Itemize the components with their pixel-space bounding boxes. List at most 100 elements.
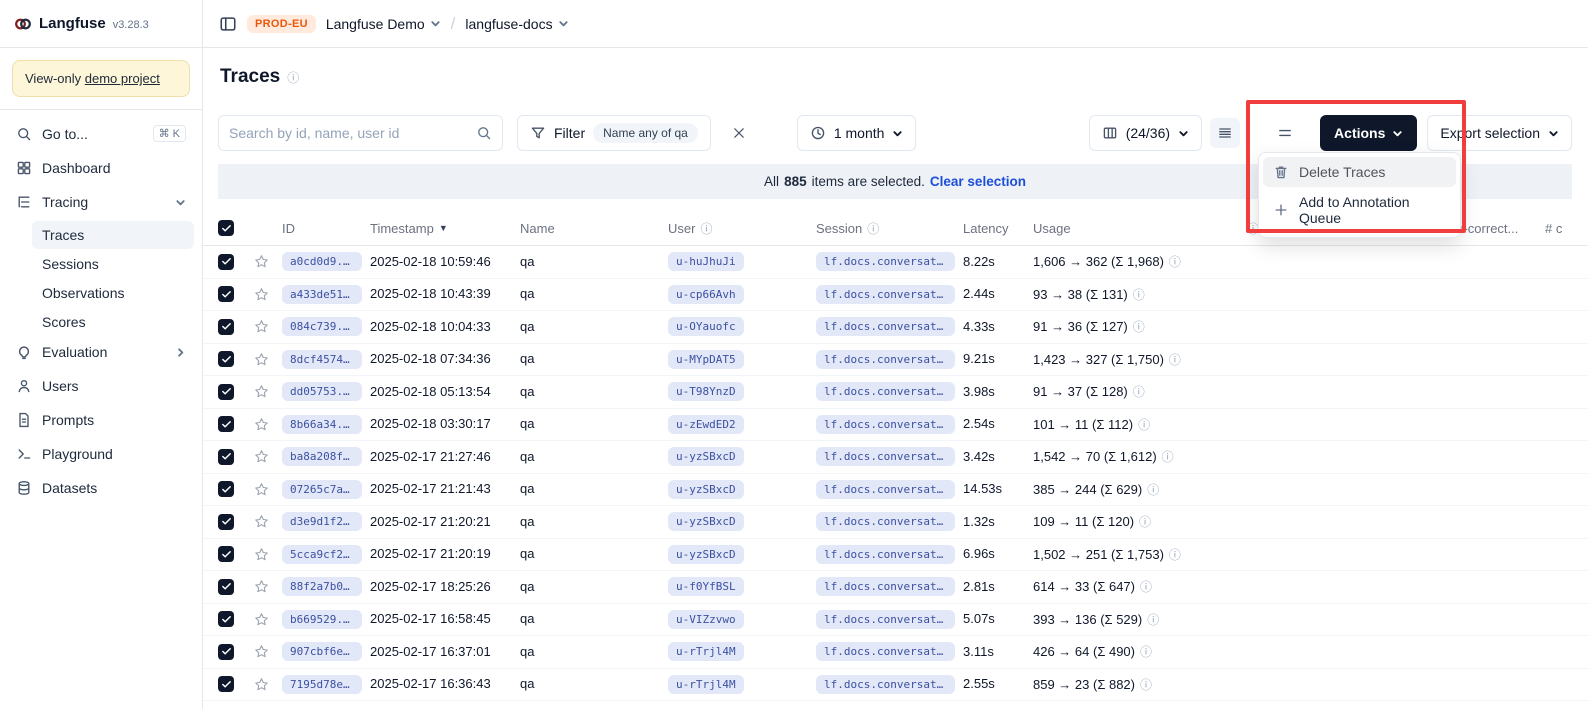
table-row[interactable]: 8dcf4574... 2025-02-18 07:34:36 qa u-MYp… [203, 344, 1588, 377]
user-badge[interactable]: u-MYpDAT5 [668, 350, 744, 369]
row-checkbox[interactable] [218, 676, 234, 692]
header-usage[interactable]: Usage [1033, 221, 1247, 236]
session-badge[interactable]: lf.docs.conversation... [816, 382, 955, 401]
table-row[interactable]: 907cbf6e... 2025-02-17 16:37:01 qa u-rTr… [203, 636, 1588, 669]
star-icon[interactable] [254, 287, 269, 302]
sidebar-item-tracing[interactable]: Tracing [8, 187, 194, 217]
table-row[interactable]: 07265c7a... 2025-02-17 21:21:43 qa u-yzS… [203, 474, 1588, 507]
user-badge[interactable]: u-huJhuJi [668, 252, 744, 271]
table-row[interactable]: 7195d78e... 2025-02-17 16:36:43 qa u-rTr… [203, 669, 1588, 702]
sidebar-toggle-icon[interactable] [219, 15, 237, 33]
trace-id-badge[interactable]: ba8a208f... [282, 447, 362, 466]
star-icon[interactable] [254, 644, 269, 659]
user-badge[interactable]: u-cp66Avh [668, 285, 744, 304]
table-row[interactable]: dd05753... 2025-02-18 05:13:54 qa u-T98Y… [203, 376, 1588, 409]
filter-button[interactable]: Filter Name any of qa [517, 115, 711, 151]
table-row[interactable]: 88f2a7b0... 2025-02-17 18:25:26 qa u-f0Y… [203, 571, 1588, 604]
session-badge[interactable]: lf.docs.conversation... [816, 512, 955, 531]
session-badge[interactable]: lf.docs.conversation... [816, 252, 955, 271]
table-row[interactable]: ba8a208f... 2025-02-17 21:27:46 qa u-yzS… [203, 441, 1588, 474]
sidebar-item-evaluation[interactable]: Evaluation [8, 337, 194, 367]
sidebar-item-users[interactable]: Users [8, 371, 194, 401]
trace-id-badge[interactable]: b669529... [282, 610, 362, 629]
trace-id-badge[interactable]: 8b66a34... [282, 415, 362, 434]
sidebar-item-sessions[interactable]: Sessions [32, 250, 194, 278]
trace-id-badge[interactable]: dd05753... [282, 382, 362, 401]
star-icon[interactable] [254, 417, 269, 432]
header-session[interactable]: Session ⓘ [816, 220, 963, 237]
star-icon[interactable] [254, 579, 269, 594]
row-checkbox[interactable] [218, 514, 234, 530]
table-row[interactable]: 084c739... 2025-02-18 10:04:33 qa u-OYau… [203, 311, 1588, 344]
trace-id-badge[interactable]: 88f2a7b0... [282, 577, 362, 596]
trace-id-badge[interactable]: d3e9d1f2... [282, 512, 362, 531]
session-badge[interactable]: lf.docs.conversation... [816, 350, 955, 369]
sidebar-item-prompts[interactable]: Prompts [8, 405, 194, 435]
time-range-button[interactable]: 1 month [797, 115, 917, 151]
trace-id-badge[interactable]: 084c739... [282, 317, 362, 336]
user-badge[interactable]: u-yzSBxcD [668, 480, 744, 499]
user-badge[interactable]: u-VIZzvwo [668, 610, 744, 629]
session-badge[interactable]: lf.docs.conversation... [816, 480, 955, 499]
header-id[interactable]: ID [282, 221, 370, 236]
user-badge[interactable]: u-rTrjl4M [668, 642, 744, 661]
session-badge[interactable]: lf.docs.conversation... [816, 642, 955, 661]
header-score-extra[interactable]: # c [1545, 221, 1588, 236]
star-icon[interactable] [254, 319, 269, 334]
session-badge[interactable]: lf.docs.conversation... [816, 577, 955, 596]
user-badge[interactable]: u-rTrjl4M [668, 675, 744, 694]
menu-item-add-to-annotation-queue[interactable]: Add to Annotation Queue [1263, 187, 1456, 233]
row-checkbox[interactable] [218, 416, 234, 432]
table-row[interactable]: 8b66a34... 2025-02-18 03:30:17 qa u-zEwd… [203, 409, 1588, 442]
user-badge[interactable]: u-f0YfBSL [668, 577, 744, 596]
trace-id-badge[interactable]: a0cd0d9... [282, 252, 362, 271]
table-row[interactable]: a433de51... 2025-02-18 10:43:39 qa u-cp6… [203, 279, 1588, 312]
sidebar-item-playground[interactable]: Playground [8, 439, 194, 469]
header-timestamp[interactable]: Timestamp ▼ [370, 221, 520, 236]
star-icon[interactable] [254, 254, 269, 269]
row-checkbox[interactable] [218, 481, 234, 497]
clear-filter-icon[interactable] [725, 119, 753, 147]
row-height-expanded-button[interactable] [1270, 118, 1300, 148]
row-checkbox[interactable] [218, 546, 234, 562]
clear-selection-link[interactable]: Clear selection [930, 174, 1026, 189]
sidebar-item-observations[interactable]: Observations [32, 279, 194, 307]
row-checkbox[interactable] [218, 449, 234, 465]
columns-button[interactable]: (24/36) [1089, 115, 1202, 151]
header-user[interactable]: User ⓘ [668, 220, 816, 237]
row-checkbox[interactable] [218, 644, 234, 660]
search-input[interactable] [229, 125, 468, 141]
star-icon[interactable] [254, 384, 269, 399]
user-badge[interactable]: u-yzSBxcD [668, 447, 744, 466]
table-row[interactable]: d3e9d1f2... 2025-02-17 21:20:21 qa u-yzS… [203, 506, 1588, 539]
project-selector[interactable]: langfuse-docs [465, 16, 568, 32]
session-badge[interactable]: lf.docs.conversation... [816, 415, 955, 434]
table-row[interactable]: b669529... 2025-02-17 16:58:45 qa u-VIZz… [203, 604, 1588, 637]
session-badge[interactable]: lf.docs.conversation... [816, 285, 955, 304]
star-icon[interactable] [254, 514, 269, 529]
trace-id-badge[interactable]: 907cbf6e... [282, 642, 362, 661]
header-latency[interactable]: Latency [963, 221, 1033, 236]
star-icon[interactable] [254, 482, 269, 497]
session-badge[interactable]: lf.docs.conversation... [816, 447, 955, 466]
sidebar-item-scores[interactable]: Scores [32, 308, 194, 336]
trace-id-badge[interactable]: 07265c7a... [282, 480, 362, 499]
star-icon[interactable] [254, 612, 269, 627]
user-badge[interactable]: u-yzSBxcD [668, 512, 744, 531]
menu-item-delete-traces[interactable]: Delete Traces [1263, 157, 1456, 187]
star-icon[interactable] [254, 352, 269, 367]
trace-id-badge[interactable]: a433de51... [282, 285, 362, 304]
goto-button[interactable]: Go to... ⌘ K [8, 118, 194, 149]
session-badge[interactable]: lf.docs.conversation... [816, 545, 955, 564]
search-icon[interactable] [476, 125, 492, 141]
session-badge[interactable]: lf.docs.conversation... [816, 610, 955, 629]
row-checkbox[interactable] [218, 611, 234, 627]
user-badge[interactable]: u-yzSBxcD [668, 545, 744, 564]
row-checkbox[interactable] [218, 579, 234, 595]
sidebar-item-datasets[interactable]: Datasets [8, 473, 194, 503]
header-name[interactable]: Name [520, 221, 668, 236]
sidebar-item-traces[interactable]: Traces [32, 221, 194, 249]
user-badge[interactable]: u-OYauofc [668, 317, 744, 336]
export-selection-button[interactable]: Export selection [1427, 115, 1572, 151]
session-badge[interactable]: lf.docs.conversation... [816, 675, 955, 694]
